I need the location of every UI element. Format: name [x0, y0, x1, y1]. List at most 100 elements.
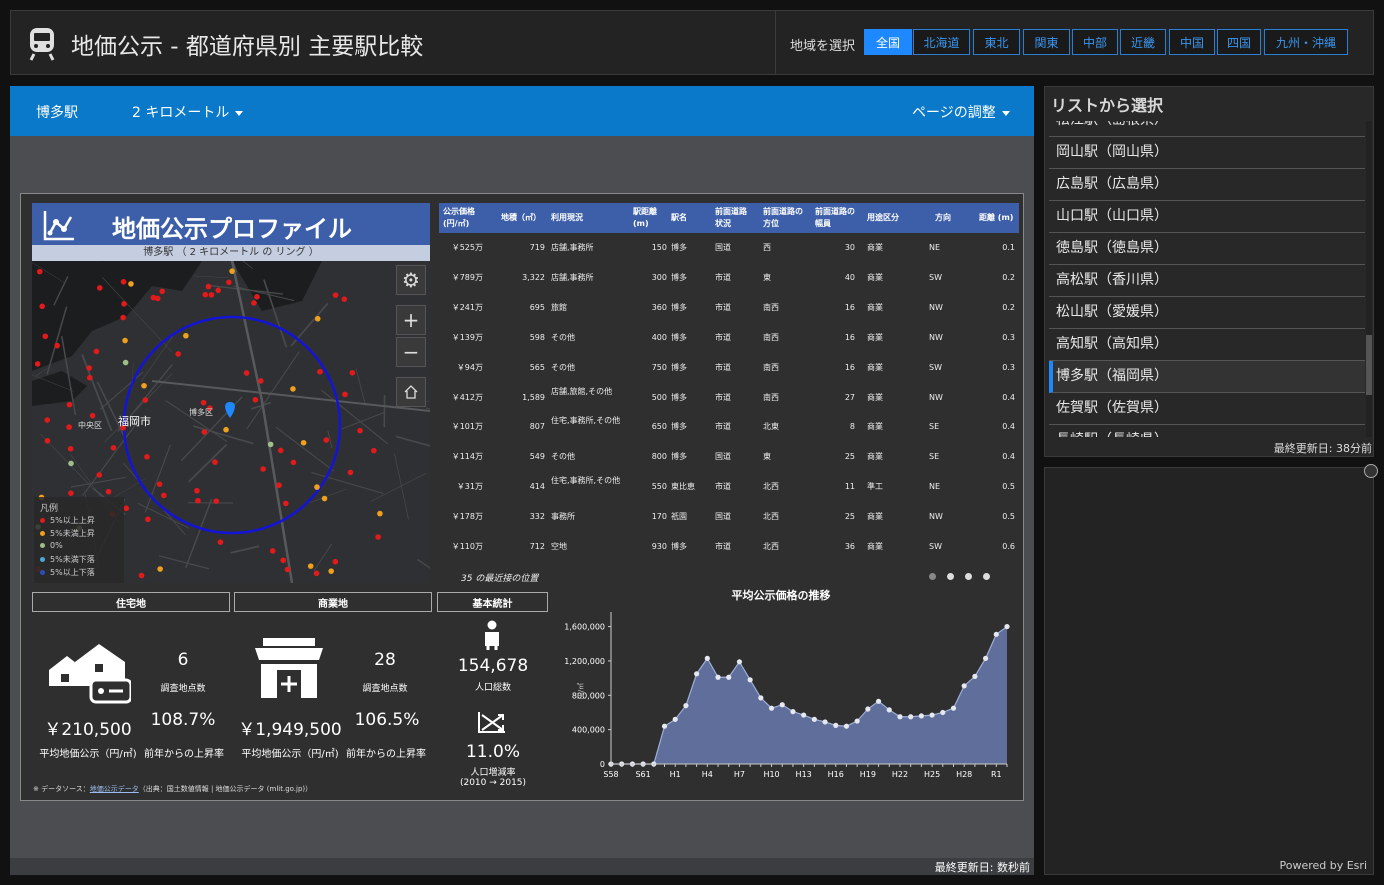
region-button-4[interactable]: 中部 [1072, 29, 1118, 55]
table-row[interactable]: ￥178万 332 事務所 170 祇園 国道 北西 25 商業 NW 0.5 [439, 502, 1019, 532]
map-point[interactable] [194, 487, 200, 494]
map-point[interactable] [290, 459, 297, 466]
table-row[interactable]: ￥101万 807 住宅,事務所,その他 650 博多 市道 北東 8 商業 SE 0.4 [439, 412, 1019, 442]
region-button-2[interactable]: 東北 [973, 29, 1020, 55]
map-point[interactable] [226, 279, 232, 286]
table-row[interactable]: ￥114万 549 その他 800 博多 国道 東 25 商業 SE 0.4 [439, 442, 1019, 472]
map-point[interactable] [284, 566, 291, 573]
table-row[interactable]: ￥31万 414 住宅,事務所,その他 550 東比恵 市道 北西 11 準工 NE 0.5 [439, 472, 1019, 502]
map-settings-button[interactable]: ⚙ [396, 265, 426, 295]
map-point[interactable] [68, 490, 74, 496]
column-header[interactable]: 方向 [935, 212, 959, 224]
map-point[interactable] [145, 516, 151, 523]
zoom-out-button[interactable]: − [396, 337, 426, 367]
list-item[interactable]: 徳島駅（徳島県） [1049, 233, 1365, 265]
data-point[interactable] [726, 674, 732, 680]
map-point[interactable] [314, 484, 320, 490]
list-item[interactable]: 博多駅（福岡県） [1049, 361, 1365, 393]
table-row[interactable]: ￥94万 565 その他 750 博多 市道 南西 16 商業 SW 0.3 [439, 353, 1019, 383]
data-point[interactable] [865, 706, 871, 712]
data-point[interactable] [843, 723, 850, 729]
map-point[interactable] [229, 268, 235, 274]
map-point[interactable] [217, 539, 224, 545]
map-point[interactable] [332, 558, 339, 565]
map-point[interactable] [138, 572, 145, 579]
data-point[interactable] [704, 655, 710, 661]
list-item[interactable]: 佐賀駅（佐賀県） [1049, 393, 1365, 425]
region-button-0[interactable]: 全国 [864, 29, 912, 55]
data-point[interactable] [897, 714, 903, 720]
map-point[interactable] [243, 370, 250, 376]
column-header[interactable]: 前面道路 状況 [715, 206, 755, 230]
table-row[interactable]: ￥139万 598 その他 400 博多 市道 南西 16 商業 NW 0.3 [439, 323, 1019, 353]
table-row[interactable]: ￥412万 1,589 店舗,旅館,その他 500 博多 市道 南西 27 商業 NW 0.4 [439, 383, 1019, 413]
basic-stats-section-button[interactable]: 基本統計 [437, 592, 548, 612]
data-point[interactable] [736, 659, 743, 665]
expand-icon[interactable] [1364, 464, 1378, 478]
map-point[interactable] [144, 454, 150, 460]
map-point[interactable] [44, 437, 51, 444]
map-point[interactable] [267, 441, 274, 448]
map-point[interactable] [122, 337, 128, 344]
map-point[interactable] [67, 445, 74, 452]
table-row[interactable]: ￥789万 3,322 店舗,事務所 300 博多 市道 東 40 商業 SW 0.2 [439, 263, 1019, 293]
map-point[interactable] [342, 391, 348, 398]
map-point[interactable] [110, 444, 117, 451]
table-row[interactable]: ￥110万 712 空地 930 博多 市道 北西 36 商業 SW 0.6 [439, 532, 1019, 562]
data-point[interactable] [694, 671, 700, 677]
map-point[interactable] [328, 568, 334, 574]
map-point[interactable] [159, 288, 165, 295]
map-point[interactable] [357, 427, 363, 434]
map-panel[interactable]: Powered by Esri [1044, 467, 1374, 875]
table-row[interactable]: ￥525万 719 店舗,事務所 150 博多 国道 西 30 商業 NE 0.1 [439, 233, 1019, 263]
region-button-3[interactable]: 関東 [1023, 29, 1070, 55]
map-point[interactable] [212, 459, 218, 465]
data-point[interactable] [875, 698, 882, 704]
map-point[interactable] [93, 348, 100, 355]
map-point[interactable] [208, 292, 215, 298]
data-point[interactable] [1004, 623, 1010, 630]
map-point[interactable] [258, 378, 264, 384]
home-button[interactable] [396, 377, 426, 407]
map-point[interactable] [175, 351, 181, 357]
map-point[interactable] [377, 510, 383, 517]
map-point[interactable] [154, 295, 161, 302]
map-point[interactable] [54, 342, 60, 349]
table-row[interactable]: ￥241万 695 旅館 360 博多 市道 南西 16 商業 NW 0.2 [439, 293, 1019, 323]
data-point[interactable] [908, 714, 914, 720]
region-button-8[interactable]: 九州・沖縄 [1264, 29, 1348, 55]
map-point[interactable] [96, 285, 103, 291]
data-point[interactable] [822, 719, 828, 725]
data-point[interactable] [779, 702, 785, 708]
data-point[interactable] [993, 631, 999, 637]
map-point[interactable] [157, 566, 163, 572]
data-point[interactable] [758, 695, 764, 701]
map-point[interactable] [277, 447, 284, 454]
data-point[interactable] [683, 703, 689, 709]
list-item[interactable]: 松山駅（愛媛県） [1049, 297, 1365, 329]
data-point[interactable] [833, 722, 839, 728]
map-point[interactable] [290, 386, 296, 392]
map-point[interactable] [105, 488, 112, 495]
map-point[interactable] [254, 294, 260, 300]
column-header[interactable]: 用途区分 [867, 212, 907, 224]
datasource-link[interactable]: 地価公示データ [90, 785, 139, 793]
map-point[interactable] [269, 548, 276, 554]
map-point[interactable] [280, 557, 286, 564]
column-header[interactable]: 前面道路の 幅員 [815, 206, 863, 230]
distance-dropdown[interactable]: 2 キロメートル [132, 102, 244, 122]
map-point[interactable] [44, 417, 51, 423]
map-point[interactable] [89, 412, 96, 419]
map-point[interactable] [122, 359, 129, 366]
map-point[interactable] [347, 469, 354, 476]
page-dot[interactable] [965, 573, 972, 580]
data-point[interactable] [929, 712, 935, 718]
list-item[interactable]: 高松駅（香川県） [1049, 265, 1365, 297]
data-point[interactable] [661, 723, 668, 729]
map-point[interactable] [66, 424, 72, 430]
map-point[interactable] [183, 332, 189, 339]
region-button-1[interactable]: 北海道 [913, 29, 970, 55]
page-dot[interactable] [983, 573, 990, 580]
list-scrollbar-thumb[interactable] [1366, 335, 1372, 395]
data-point[interactable] [854, 718, 860, 724]
